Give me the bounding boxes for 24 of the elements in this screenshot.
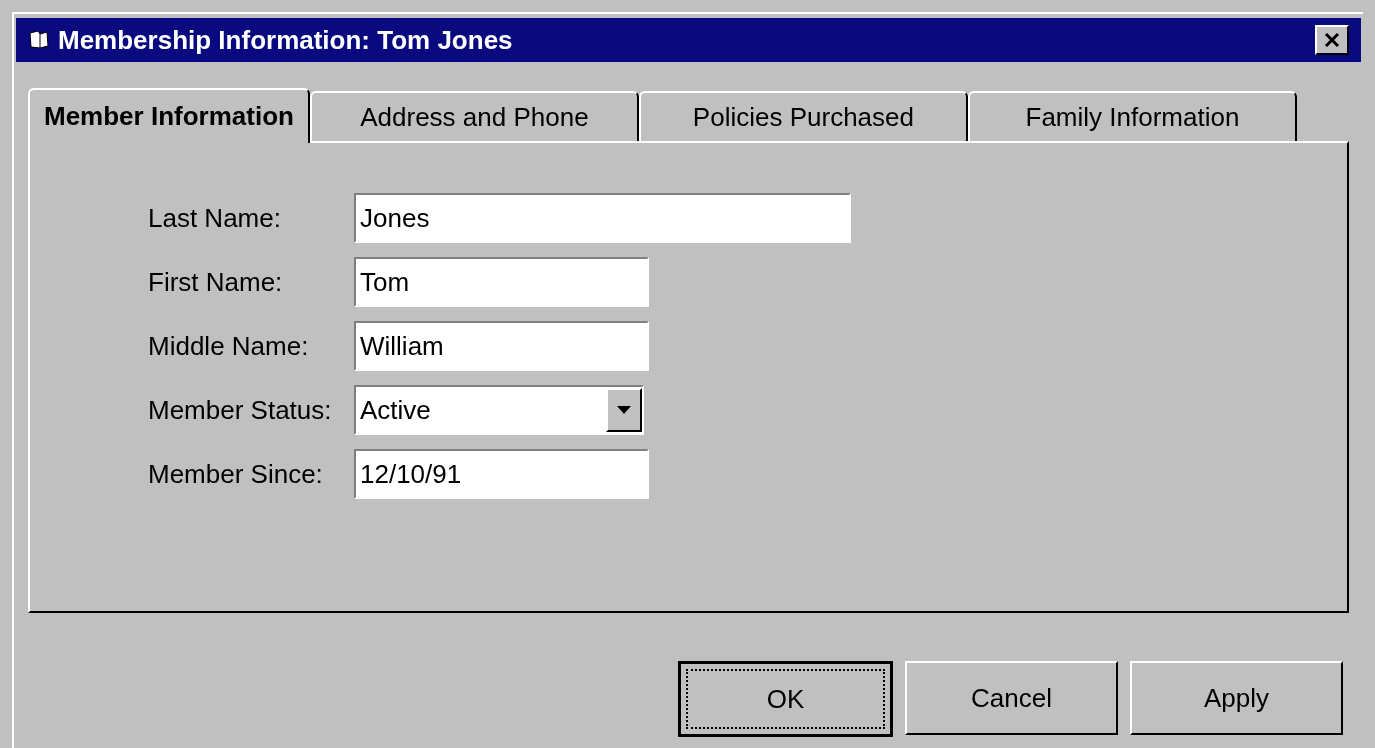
text-field[interactable]: Jones (354, 193, 851, 243)
tab[interactable]: Policies Purchased (638, 91, 968, 141)
tab[interactable]: Address and Phone (309, 91, 639, 141)
tab[interactable]: Member Information (28, 88, 310, 143)
dropdown-arrow-button[interactable] (606, 388, 642, 432)
dropdown-value: Active (359, 393, 432, 427)
text-field[interactable]: William (354, 321, 649, 371)
close-button[interactable] (1315, 25, 1349, 55)
book-icon (28, 30, 50, 50)
field-label: Member Since: (148, 457, 324, 491)
tab[interactable]: Family Information (967, 91, 1297, 141)
field-label: First Name: (148, 265, 284, 299)
dialog-button[interactable]: Apply (1130, 661, 1343, 735)
text-field[interactable]: Tom (354, 257, 649, 307)
field-label: Last Name: (148, 201, 282, 235)
close-icon (1324, 32, 1340, 48)
dialog-button[interactable]: Cancel (905, 661, 1118, 735)
dialog-button[interactable]: OK (678, 661, 893, 737)
window-title: Membership Information: Tom Jones (58, 27, 513, 53)
text-field[interactable]: 12/10/91 (354, 449, 649, 499)
field-label: Middle Name: (148, 329, 310, 363)
field-label: Member Status: (148, 393, 333, 427)
caret-icon (617, 406, 631, 414)
status-dropdown[interactable]: Active (354, 385, 644, 435)
